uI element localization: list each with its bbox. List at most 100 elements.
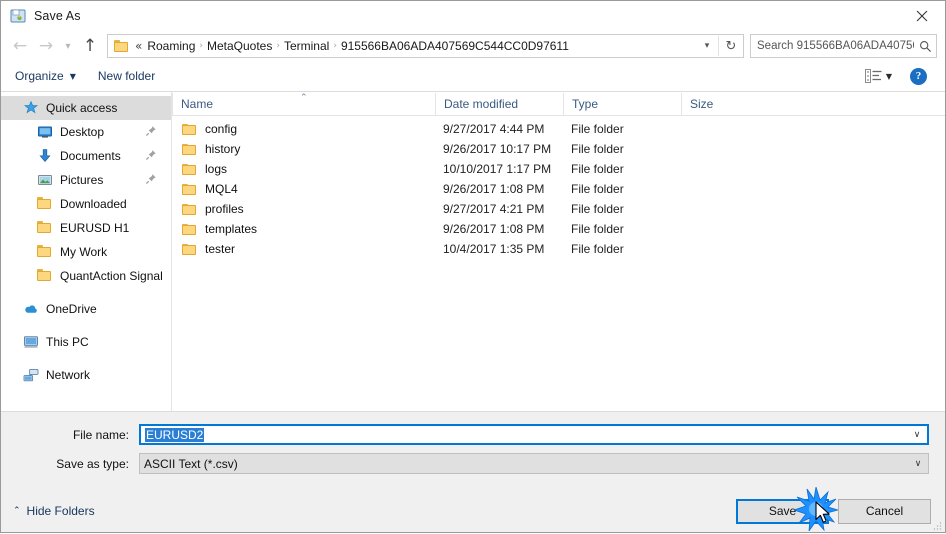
file-type: File folder <box>571 222 624 236</box>
file-name-label: File name: <box>72 427 129 442</box>
save-button[interactable]: Save <box>736 498 829 524</box>
address-dropdown-button[interactable]: ▾ <box>696 36 718 56</box>
new-folder-button[interactable]: New folder <box>98 69 155 83</box>
sidebar-item-label: This PC <box>46 335 89 349</box>
file-date: 9/26/2017 1:08 PM <box>443 182 545 196</box>
file-type: File folder <box>571 162 624 176</box>
table-row[interactable]: MQL4 9/26/2017 1:08 PM File folder <box>172 179 945 199</box>
address-bar[interactable]: « Roaming › MetaQuotes › Terminal › 9155… <box>107 34 744 58</box>
sidebar-item-label: Downloaded <box>60 197 127 211</box>
file-name-cell: tester <box>172 242 435 256</box>
sidebar-item-pictures[interactable]: Pictures <box>1 168 171 192</box>
table-row[interactable]: tester 10/4/2017 1:35 PM File folder <box>172 239 945 259</box>
save-as-type-row: Save as type: ASCII Text (*.csv) ∨ <box>17 453 929 474</box>
back-arrow-icon: ← <box>12 35 28 56</box>
save-as-icon <box>10 8 26 24</box>
sidebar-item-documents[interactable]: Documents <box>1 144 171 168</box>
breadcrumb-item-0[interactable]: Roaming <box>144 39 198 53</box>
network-icon <box>23 367 39 383</box>
sidebar-item-label: QuantAction Signal <box>60 269 163 283</box>
column-header-size[interactable]: Size <box>681 93 761 115</box>
file-name-cell: templates <box>172 222 435 236</box>
table-row[interactable]: profiles 9/27/2017 4:21 PM File folder <box>172 199 945 219</box>
view-layout-icon[interactable] <box>864 69 882 83</box>
hide-folders-button[interactable]: ⌃ Hide Folders <box>13 504 95 518</box>
chevron-down-icon[interactable]: ∨ <box>908 459 928 469</box>
save-form: File name: EURUSD2 ∨ Save as type: ASCII… <box>1 411 945 490</box>
onedrive-icon <box>23 301 39 317</box>
command-bar: Organize ▼ New folder ▼ ? <box>1 61 945 92</box>
file-name: tester <box>205 242 236 256</box>
table-row[interactable]: logs 10/10/2017 1:17 PM File folder <box>172 159 945 179</box>
file-date: 10/10/2017 1:17 PM <box>443 162 552 176</box>
save-as-type-value: ASCII Text (*.csv) <box>144 456 238 471</box>
folder-icon <box>182 203 197 216</box>
new-folder-label: New folder <box>97 69 156 83</box>
file-name-cell: profiles <box>172 202 435 216</box>
back-button[interactable]: ← <box>7 34 33 58</box>
file-name-value[interactable]: EURUSD2 <box>141 427 907 442</box>
organize-button[interactable]: Organize ▼ <box>15 69 76 83</box>
sidebar-item-eurusd-h1[interactable]: EURUSD H1 <box>1 216 171 240</box>
sidebar-item-quantaction-signal[interactable]: QuantAction Signal <box>1 264 171 288</box>
forward-button[interactable]: → <box>33 34 59 58</box>
save-as-type-label: Save as type: <box>56 456 129 471</box>
breadcrumb-item-3[interactable]: 915566BA06ADA407569C544CC0D97611 <box>338 39 572 53</box>
search-input[interactable]: Search 915566BA06ADA40756... <box>751 40 914 52</box>
sidebar-item-onedrive[interactable]: OneDrive <box>1 297 171 321</box>
folder-icon <box>182 123 197 136</box>
up-button[interactable]: ↑ <box>77 34 103 58</box>
folder-icon <box>37 244 53 260</box>
sidebar-item-downloaded[interactable]: Downloaded <box>1 192 171 216</box>
chevron-down-icon: ▾ <box>704 41 710 51</box>
resize-grip[interactable] <box>932 520 942 530</box>
table-row[interactable]: history 9/26/2017 10:17 PM File folder <box>172 139 945 159</box>
file-name-input[interactable]: EURUSD2 ∨ <box>139 424 929 445</box>
chevron-down-icon[interactable]: ∨ <box>907 430 927 440</box>
sidebar-item-quick-access[interactable]: Quick access <box>1 96 171 120</box>
save-as-type-select[interactable]: ASCII Text (*.csv) ∨ <box>139 453 929 474</box>
sidebar-item-label: Desktop <box>60 125 105 139</box>
file-type: File folder <box>571 182 624 196</box>
file-date: 9/27/2017 4:21 PM <box>443 202 545 216</box>
dialog-footer: ⌃ Hide Folders Save Cancel <box>1 490 945 532</box>
file-type: File folder <box>571 122 624 136</box>
close-button[interactable] <box>899 1 945 31</box>
column-header-type[interactable]: Type <box>563 93 681 115</box>
breadcrumb-item-1[interactable]: MetaQuotes <box>204 39 275 53</box>
window-title: Save As <box>34 9 81 23</box>
sidebar-item-label: Pictures <box>60 173 104 187</box>
file-date: 10/4/2017 1:35 PM <box>443 242 545 256</box>
sidebar-item-network[interactable]: Network <box>1 363 171 387</box>
desktop-icon <box>37 124 53 140</box>
sidebar-item-label: Quick access <box>46 101 118 115</box>
title-bar: Save As <box>1 1 945 31</box>
view-dropdown-button[interactable]: ▼ <box>886 72 892 81</box>
column-header-name[interactable]: Name <box>172 93 435 115</box>
recent-locations-button[interactable]: ▾ <box>59 34 77 58</box>
table-row[interactable]: config 9/27/2017 4:44 PM File folder <box>172 119 945 139</box>
documents-icon <box>37 148 53 164</box>
cancel-button[interactable]: Cancel <box>838 498 931 524</box>
folder-icon <box>114 39 130 53</box>
search-icon <box>914 40 936 53</box>
breadcrumb-item-2[interactable]: Terminal <box>281 39 332 53</box>
hide-folders-label: Hide Folders <box>26 504 95 518</box>
table-row[interactable]: templates 9/26/2017 1:08 PM File folder <box>172 219 945 239</box>
column-header-date-modified[interactable]: Date modified <box>435 93 563 115</box>
sidebar-item-my-work[interactable]: My Work <box>1 240 171 264</box>
help-button[interactable]: ? <box>910 67 927 85</box>
file-name: MQL4 <box>205 182 238 196</box>
breadcrumb: « Roaming › MetaQuotes › Terminal › 9155… <box>135 39 696 53</box>
file-name-cell: history <box>172 142 435 156</box>
sidebar-item-desktop[interactable]: Desktop <box>1 120 171 144</box>
search-box[interactable]: Search 915566BA06ADA40756... <box>750 34 937 58</box>
folder-icon <box>182 143 197 156</box>
navigation-bar: ← → ▾ ↑ « Roaming › MetaQuotes › Termina… <box>1 31 945 61</box>
refresh-button[interactable]: ↻ <box>718 36 743 56</box>
sidebar-item-this-pc[interactable]: This PC <box>1 330 171 354</box>
file-date: 9/26/2017 1:08 PM <box>443 222 545 236</box>
file-name: logs <box>205 162 228 176</box>
breadcrumb-overflow[interactable]: « <box>135 39 142 53</box>
forward-arrow-icon: → <box>38 35 54 56</box>
